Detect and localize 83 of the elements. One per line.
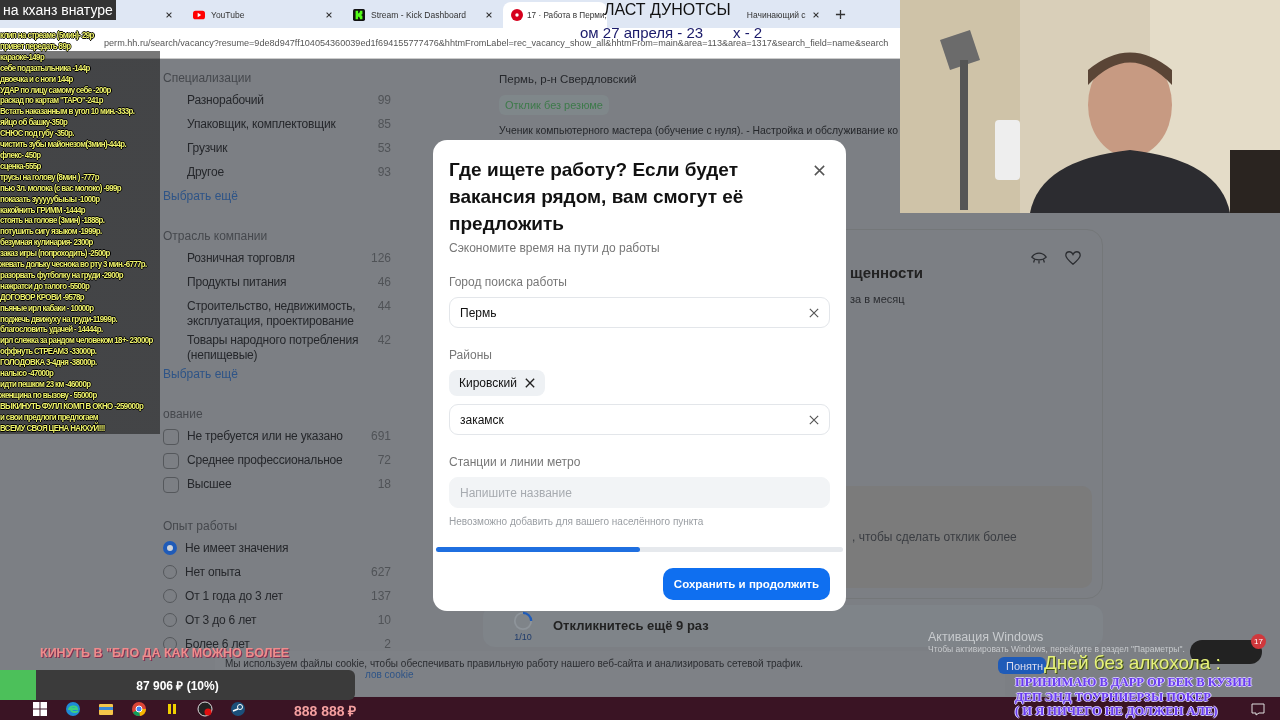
filter-label: От 1 года до 3 лет [185, 589, 284, 604]
price-list-overlay: благословить удачей - 14444р. [0, 324, 103, 336]
price-list-overlay: налысо -47000р [0, 368, 54, 379]
notice-overlay: ПРИНИМАЮ В ДАРР ОР БЕК В КУЗИН [1015, 675, 1252, 690]
vacancy-meta: за в месяц [850, 293, 905, 305]
tab-title: 17 · Работа в Перми, [527, 10, 607, 20]
price-list-overlay: потушить сигу языком -1999р. [0, 226, 102, 238]
price-list-overlay: ирл слежка за рандом человеком 18+- 23000р [0, 335, 153, 347]
price-list-overlay: безумная кулинария- 2300р [0, 237, 93, 249]
dialog-subtitle: Сэкономите время на пути до работы [449, 241, 661, 255]
price-list-overlay: и свои предлоги предлогаем [0, 411, 98, 423]
price-list-overlay: СНЮС под губу -350р. [0, 128, 74, 140]
price-list-overlay: ВСЕМУ СВОЯ ЦЕНА НАКХУЙ!!! [0, 422, 105, 434]
price-list-overlay: чистить зубы майонезом(3мин)-444р. [0, 139, 127, 150]
price-list-overlay: заказ игры (попроходить) -2500р [0, 248, 110, 260]
price-list-overlay: жевать дольку чеснока во рту 3 мин.-6777р. [0, 259, 147, 270]
price-list-overlay: трусы на голову (8мин ) -777р [0, 171, 99, 183]
price-list-overlay: нажратси до талого -5500р [0, 280, 90, 292]
vacancy-description: Ученик компьютерного мастера (обучение с нуля). - Настройка и обслуживание ко [499, 125, 898, 136]
vacancy-location: Пермь, р-н Свердловский [499, 73, 637, 85]
price-list-overlay: клип на стреаме (5мин)- 29р [0, 30, 94, 41]
donation-counter-overlay: 888 888 ₽ [294, 702, 357, 720]
price-list-overlay: яйцо об башку-350р [0, 117, 68, 129]
notice-overlay: ДЕП ЭНД ТОУРНИЕРЗЫ ПОКЕР [1015, 689, 1211, 704]
goal-amount: 87 906 ₽ (10%) [136, 677, 219, 694]
resume-tip-text: , чтобы сделать отклик более [852, 530, 1017, 544]
field-label: Районы [449, 348, 493, 362]
field-label: Станции и линии метро [449, 455, 582, 469]
price-list-overlay: караоке-149р [0, 51, 45, 63]
price-list-overlay: пью 3л. молока (с вас молоко) -999р [0, 182, 122, 194]
tab-title: Начинающий с [746, 10, 806, 20]
filter-label: Грузчик [187, 141, 229, 156]
price-list-overlay: флекс- 450р [0, 149, 41, 161]
price-list-overlay: стоять на голове (3мин) -1888р. [0, 215, 105, 227]
price-list-overlay: показать зууууубыыы -1000р [0, 193, 100, 205]
price-list-overlay: себе подзатыльника -144р [0, 62, 90, 74]
date-overlay: х - 2 [733, 24, 763, 41]
price-list-overlay: какойнить ГРИММ -1444р [0, 204, 85, 216]
filter-label: Строительство, недвижимость, эксплуатация, проектирование [187, 299, 357, 329]
filter-label: Розничная торговля [187, 251, 296, 266]
filter-label: Разнорабочий [187, 93, 265, 108]
field-hint: Невозможно добавить для вашего населённого пункта [449, 516, 705, 527]
price-list-overlay: поджечь движуху на груди-11999р. [0, 313, 117, 325]
no-resume-badge: Отклик без резюме [499, 95, 609, 115]
filter-label: Продукты питания [187, 275, 288, 290]
cookie-text: Мы используем файлы cookie, чтобы обеспечивать правильную работу нашего веб-сайта и анализировать сетевой трафик. [225, 658, 804, 669]
price-list-overlay: раскад по картам "ТАРО"-241р [0, 95, 103, 107]
headline-overlay: ЛАСТ ДУНОТСЫ [604, 1, 731, 18]
vacancy-title: щенности [850, 264, 923, 281]
filter-label: Не имеет значения [185, 541, 290, 556]
filter-label: Среднее профессиональное [187, 453, 344, 468]
response-progress-title: Откликнитесь ещё 9 раз [553, 618, 709, 633]
price-list-overlay: разорвать футболку на груди -2900р [0, 269, 124, 281]
title-overlay: на кханз внатуре [0, 0, 116, 20]
field-label: Город поиска работы [449, 275, 568, 289]
filter-label: Другое [187, 165, 225, 180]
notice-overlay: ( И Я НИЧЕГО НЕ ДОЛЖЕН АЛЕ) [1015, 704, 1218, 719]
price-list-overlay: ВЫКИНУТЬ ФУЛЛ КОМП В ОКНО -259000р [0, 400, 144, 412]
filter-heading: Опыт работы [163, 518, 238, 535]
filter-label: Упаковщик, комплектовщик [187, 117, 337, 132]
filter-label: Товары народного потребления (непищевые) [187, 333, 360, 363]
price-list-overlay: оффнуть СТРЕАМЗ -33000р. [0, 346, 97, 358]
price-list-overlay: привет передать 89р [0, 40, 71, 52]
price-list-overlay: двоечка и с ноги 144р [0, 73, 73, 85]
price-list-overlay: сценка-555р [0, 160, 41, 172]
price-list-overlay: ДОГОВОР КРОВИ -9578р [0, 291, 85, 303]
dialog-title: Где ищете работу? Если будет вакансия рядом, вам смогут её предложить [449, 158, 745, 236]
unread-badge: 17 [1251, 634, 1266, 649]
activation-title: Активация Windows [928, 630, 1044, 644]
filter-label: Нет опыта [185, 565, 242, 580]
response-counter: 1/10 [514, 632, 532, 642]
filter-label: Не требуется или не указано [187, 429, 344, 444]
tab-title: Stream - Kick Dashboard [371, 10, 466, 20]
price-list-overlay: Встать наказанным в угол 10 мин.-333р. [0, 106, 135, 118]
filter-label: От 3 до 6 лет [185, 613, 258, 628]
price-list-overlay: женщина по вызову - 55000р [0, 389, 97, 401]
price-list-overlay: идти пешком 23 км -46000р [0, 379, 91, 390]
price-list-overlay: пьяные ирл кабаки - 10000р [0, 302, 94, 314]
filter-label: Высшее [187, 477, 233, 492]
price-list-overlay: УДАР по лицу самому себе -200р [0, 84, 111, 96]
tab-title: YouTube [211, 10, 245, 20]
price-list-overlay: ГОЛОДОВКА 3-4дня -38000р. [0, 357, 97, 369]
activation-text: Чтобы активировать Windows, перейдите в раздел "Параметры". [928, 644, 1185, 654]
